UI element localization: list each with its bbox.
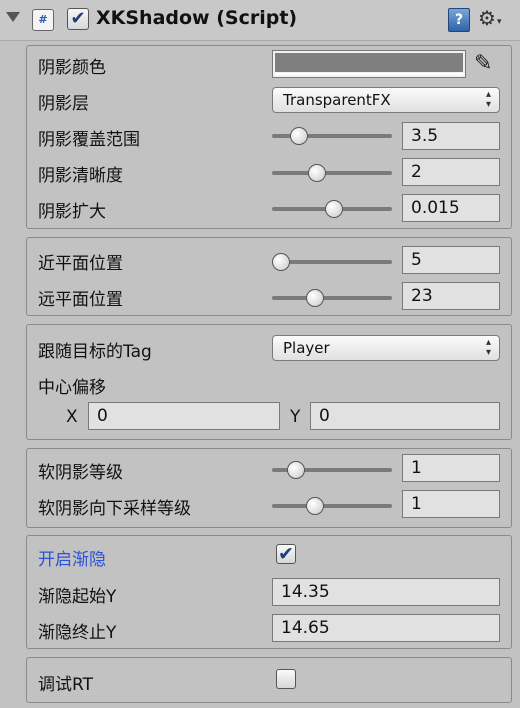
near-plane-field[interactable]: 5 — [402, 246, 500, 274]
fade-end-field[interactable]: 14.65 — [272, 614, 500, 642]
settings-gear-icon[interactable]: ⚙ — [478, 6, 496, 30]
dropdown-caret-icon: ▴ ▾ — [485, 89, 491, 110]
soft-downsample-label: 软阴影向下采样等级 — [38, 499, 191, 519]
soft-level-label: 软阴影等级 — [38, 463, 123, 483]
shadow-sharpness-label: 阴影清晰度 — [38, 166, 123, 186]
settings-caret-icon[interactable]: ▾ — [497, 17, 502, 27]
near-plane-slider-thumb[interactable] — [272, 253, 290, 271]
shadow-sharpness-slider-track[interactable] — [272, 171, 392, 175]
near-plane-slider-track[interactable] — [272, 260, 392, 264]
target-tag-label: 跟随目标的Tag — [38, 342, 152, 362]
debug-group — [26, 657, 512, 703]
soft-downsample-slider-track[interactable] — [272, 504, 392, 508]
fade-enable-checkbox[interactable]: ✔ — [276, 544, 296, 564]
target-tag-value: Player — [283, 339, 330, 357]
soft-level-field[interactable]: 1 — [402, 454, 500, 482]
help-icon[interactable]: ? — [448, 8, 470, 32]
shadow-color-field[interactable] — [272, 50, 466, 78]
offset-x-label: X — [66, 407, 78, 427]
debug-rt-label: 调试RT — [38, 675, 93, 695]
component-title: XKShadow (Script) — [96, 7, 298, 29]
shadow-layer-value: TransparentFX — [283, 91, 391, 109]
fold-triangle-icon[interactable] — [6, 12, 20, 22]
soft-downsample-slider-thumb[interactable] — [305, 497, 324, 515]
shadow-sharpness-field[interactable]: 2 — [402, 158, 500, 186]
shadow-expand-slider-thumb[interactable] — [325, 200, 344, 218]
target-tag-dropdown[interactable]: Player ▴ ▾ — [272, 335, 500, 361]
far-plane-slider-thumb[interactable] — [305, 289, 324, 307]
offset-y-field[interactable]: 0 — [310, 402, 500, 430]
center-offset-label: 中心偏移 — [38, 378, 106, 398]
offset-x-field[interactable]: 0 — [88, 402, 280, 430]
shadow-layer-label: 阴影层 — [38, 94, 89, 114]
fade-end-label: 渐隐终止Y — [38, 623, 117, 643]
offset-y-label: Y — [290, 407, 301, 427]
fade-start-field[interactable]: 14.35 — [272, 578, 500, 606]
fade-enable-label: 开启渐隐 — [38, 550, 106, 570]
dropdown-caret-icon: ▴ ▾ — [485, 337, 491, 358]
shadow-color-label: 阴影颜色 — [38, 58, 106, 78]
shadow-layer-dropdown[interactable]: TransparentFX ▴ ▾ — [272, 87, 500, 113]
far-plane-label: 远平面位置 — [38, 290, 123, 310]
shadow-coverage-label: 阴影覆盖范围 — [38, 130, 140, 150]
debug-rt-checkbox[interactable] — [276, 669, 296, 689]
color-alpha-bar — [275, 73, 463, 75]
color-swatch — [275, 53, 463, 72]
far-plane-field[interactable]: 23 — [402, 282, 500, 310]
shadow-coverage-field[interactable]: 3.5 — [402, 122, 500, 150]
far-plane-slider-track[interactable] — [272, 296, 392, 300]
shadow-sharpness-slider-thumb[interactable] — [307, 164, 326, 182]
near-plane-label: 近平面位置 — [38, 254, 123, 274]
eyedropper-icon[interactable]: ✎ — [474, 50, 492, 78]
soft-downsample-field[interactable]: 1 — [402, 490, 500, 518]
script-icon: # — [32, 9, 54, 31]
shadow-expand-label: 阴影扩大 — [38, 202, 106, 222]
component-enabled-checkbox[interactable]: ✔ — [67, 8, 89, 30]
shadow-expand-field[interactable]: 0.015 — [402, 194, 500, 222]
fade-start-label: 渐隐起始Y — [38, 587, 117, 607]
